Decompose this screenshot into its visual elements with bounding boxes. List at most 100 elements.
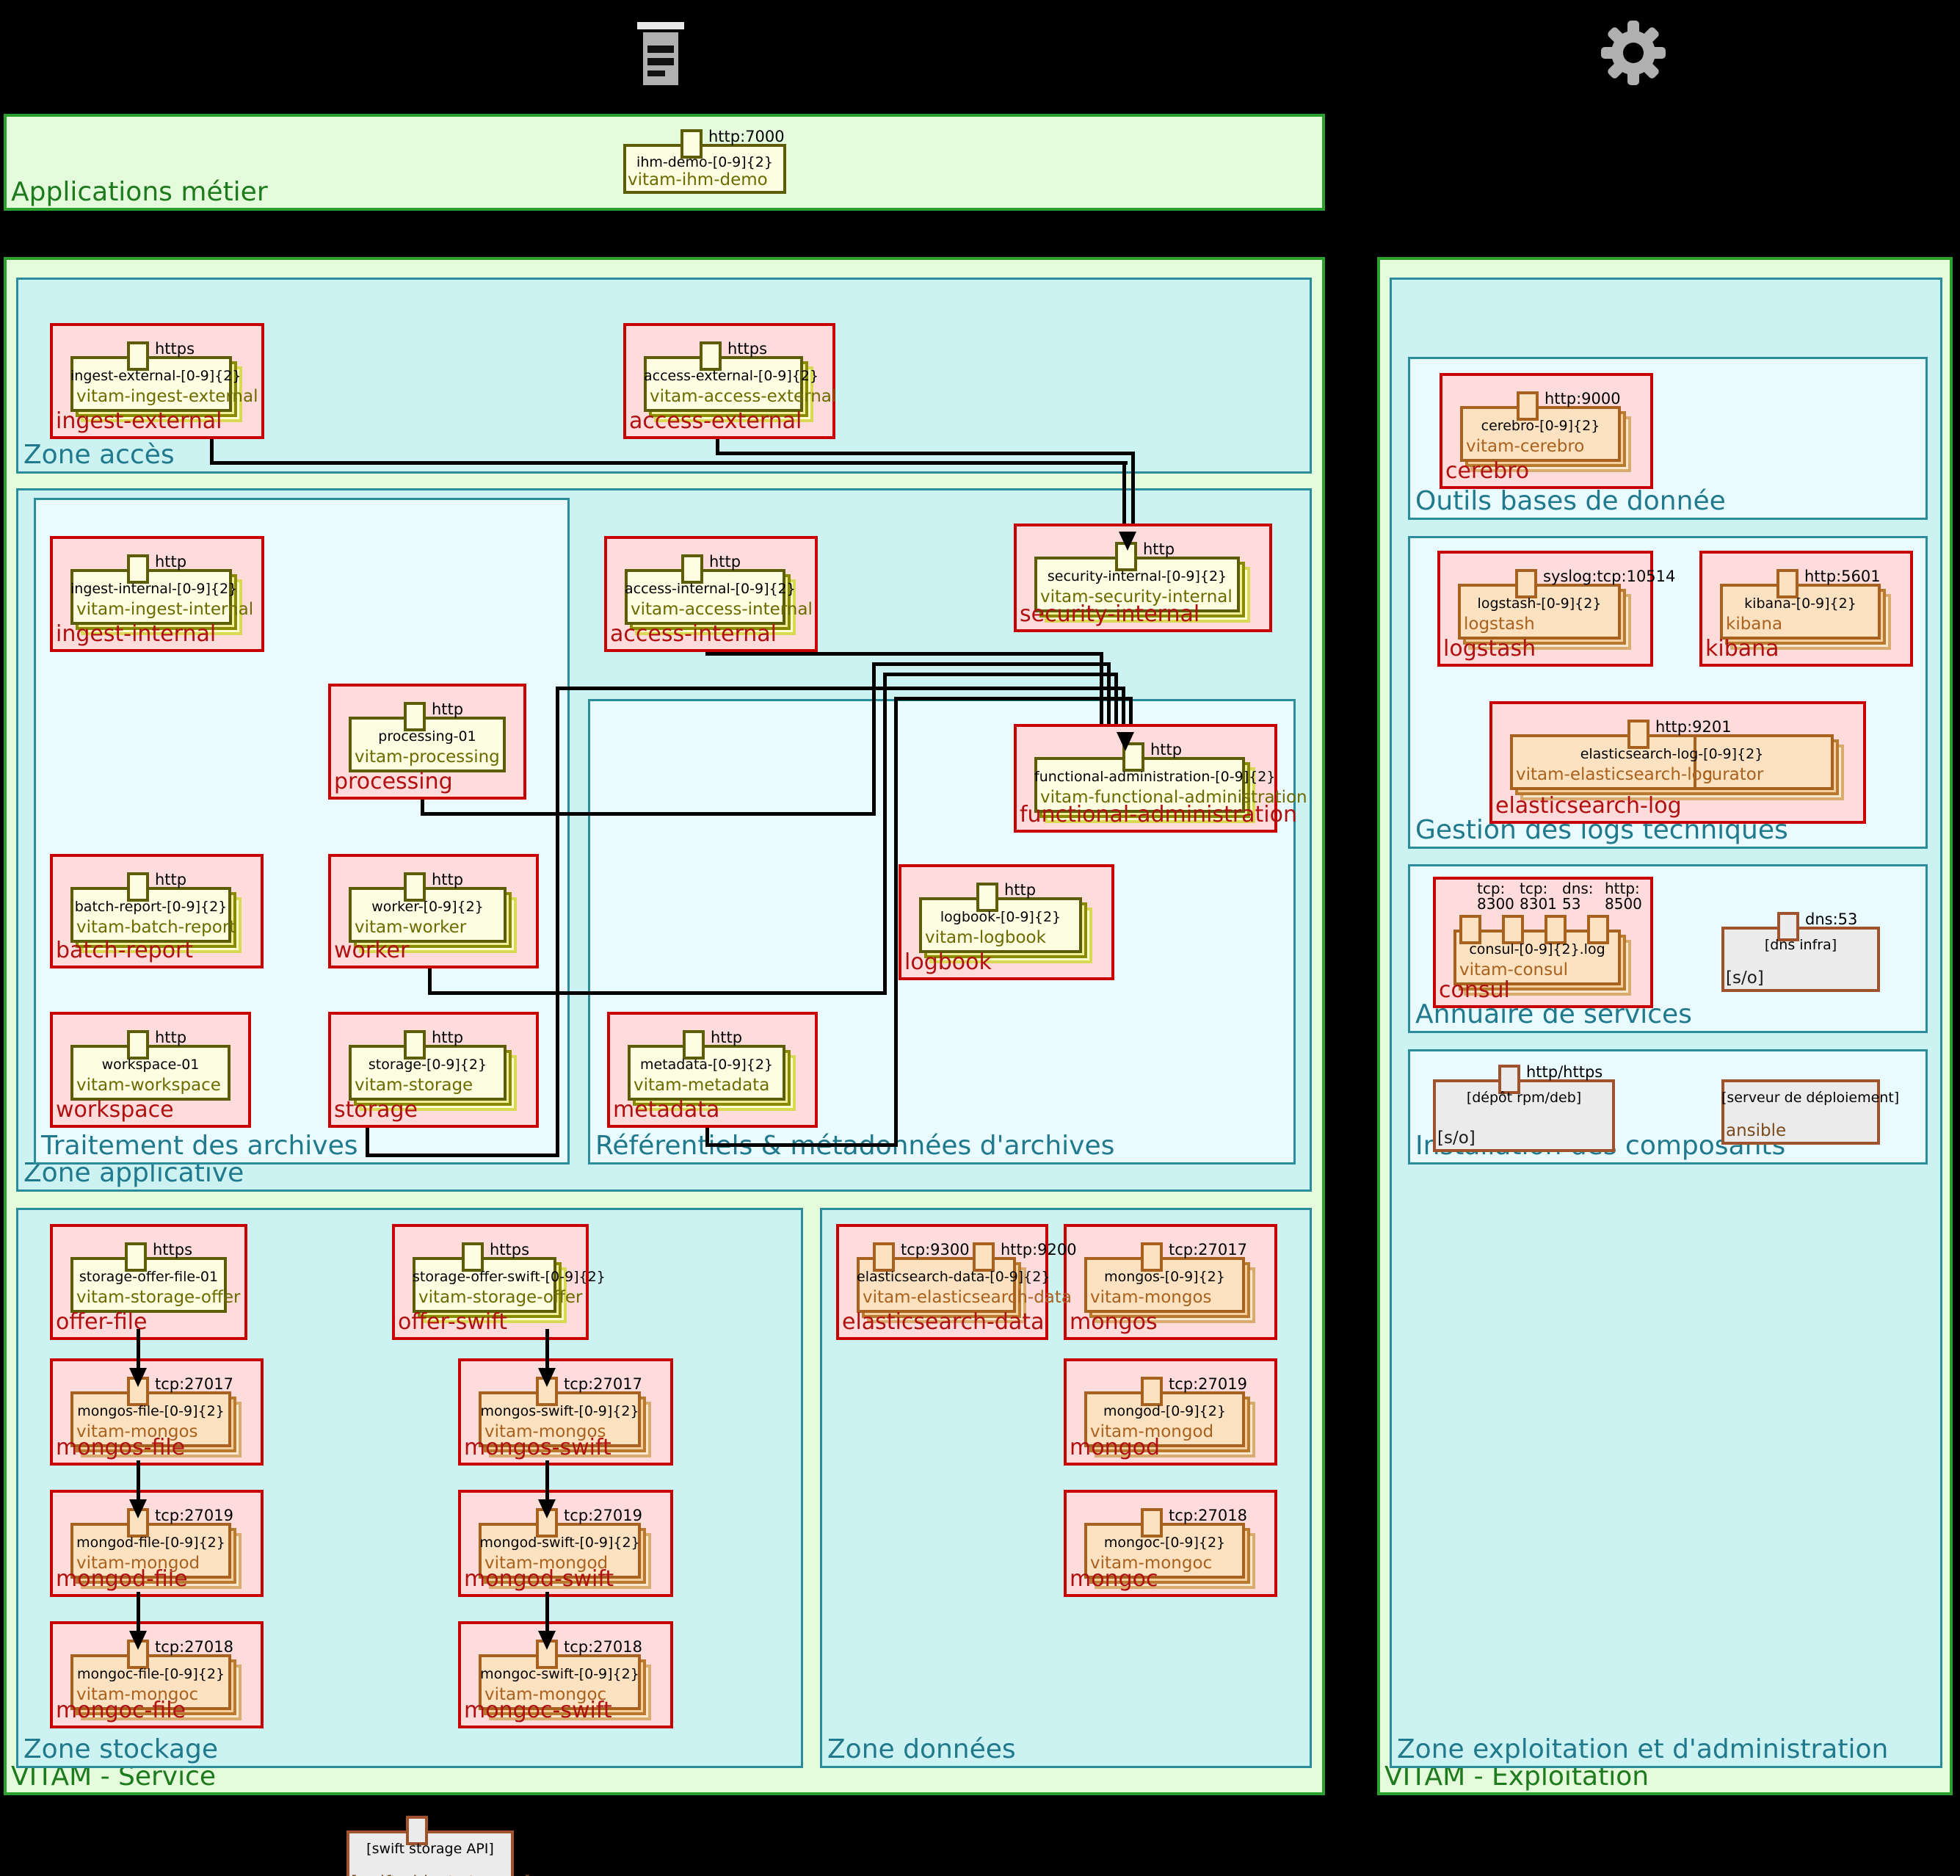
- document-icon: [647, 70, 665, 76]
- zone-label-zone-exploitation-admin: Zone exploitation et d'administration: [1397, 1734, 1888, 1764]
- port-label-mongoc-file: tcp:27018: [155, 1638, 233, 1656]
- group-label-elasticsearch-data: elasticsearch-data: [842, 1309, 1044, 1335]
- port-mongoc: [1141, 1508, 1163, 1538]
- group-label-metadata: metadata: [613, 1097, 719, 1123]
- port-label-elasticsearch-log: http:9201: [1655, 718, 1732, 736]
- machine-package-batch-report: vitam-batch-report: [76, 918, 236, 937]
- port-label-ihm-demo: http:7000: [708, 128, 785, 145]
- connector-segment: [1114, 673, 1118, 732]
- machine-name-elasticsearch-data: elasticsearch-data-[0-9]{2}: [857, 1269, 1016, 1285]
- port-label-logstash: syslog:tcp:10514: [1543, 568, 1675, 585]
- port-label-functional-administration: http: [1150, 741, 1182, 758]
- port-label-storage: http: [432, 1029, 463, 1046]
- port-elasticsearch-data: [973, 1242, 995, 1272]
- port-label-line: dns:: [1562, 881, 1594, 897]
- connector-segment: [872, 662, 1111, 666]
- connector-segment: [366, 1154, 559, 1157]
- machine-package-mongoc: vitam-mongoc: [1090, 1554, 1212, 1573]
- machine-name-elasticsearch-log: elasticsearch-log-[0-9]{2}: [1510, 746, 1834, 762]
- connector-segment: [137, 1592, 140, 1632]
- port-label-kibana: http:5601: [1804, 568, 1881, 585]
- machine-package-kibana: kibana: [1726, 615, 1782, 634]
- port-label-line: tcp:: [1477, 881, 1514, 897]
- group-label-processing: processing: [334, 769, 453, 794]
- arrowhead-down: [538, 1499, 556, 1518]
- machine-name-logbook: logbook-[0-9]{2}: [919, 909, 1082, 925]
- group-label-ingest-external: ingest-external: [56, 408, 222, 434]
- connector-segment: [716, 452, 1135, 455]
- port-label-consul: tcp:8301: [1520, 881, 1557, 912]
- machine-name-mongos: mongos-[0-9]{2}: [1084, 1269, 1245, 1285]
- machine-name-logstash: logstash-[0-9]{2}: [1458, 595, 1621, 612]
- port-ingest-internal: [127, 554, 149, 584]
- port-label-metadata: http: [711, 1029, 742, 1046]
- group-label-consul: consul: [1439, 977, 1510, 1003]
- machine-package-security-internal: vitam-security-internal: [1040, 587, 1233, 606]
- machine-package-workspace: vitam-workspace: [76, 1076, 221, 1095]
- port-label-batch-report: http: [155, 871, 186, 888]
- machine-package-offer-file: vitam-storage-offer: [76, 1288, 240, 1307]
- machine-package-storage: vitam-storage: [355, 1076, 473, 1095]
- port-label-depot-rpm-deb: http/https: [1526, 1063, 1603, 1081]
- zone-label-applications-metier: Applications métier: [11, 177, 268, 207]
- arrowhead-down: [1117, 732, 1134, 751]
- port-consul: [1502, 915, 1524, 944]
- deployment-diagram: Applications métierVITAM - ServiceVITAM …: [0, 0, 1960, 1876]
- machine-package-mongos-file: vitam-mongos: [76, 1422, 198, 1441]
- machine-name-ingest-external: ingest-external-[0-9]{2}: [70, 368, 232, 384]
- port-consul: [1587, 915, 1609, 944]
- group-label-ingest-internal: ingest-internal: [56, 621, 216, 647]
- machine-name-mongoc-swift: mongoc-swift-[0-9]{2}: [479, 1666, 641, 1682]
- connector-segment: [705, 1143, 898, 1147]
- group-label-access-external: access-external: [629, 408, 802, 434]
- machine-package-functional-administration: vitam-functional-administration: [1040, 788, 1307, 807]
- connector-segment: [545, 1460, 549, 1501]
- machine-package-elasticsearch-log: vitam-elasticsearch-log: [1516, 765, 1713, 784]
- connector-segment: [705, 652, 1103, 656]
- connector-segment: [894, 697, 1133, 700]
- document-icon: [647, 46, 674, 53]
- connector-segment: [894, 697, 898, 1147]
- machine-name-cerebro: cerebro-[0-9]{2}: [1460, 418, 1621, 434]
- connector-segment: [883, 673, 1118, 676]
- arrowhead-down: [129, 1368, 147, 1387]
- port-label-mongod-swift: tcp:27019: [564, 1507, 642, 1524]
- machine-package-cerebro: vitam-cerebro: [1466, 437, 1584, 456]
- connector-segment: [545, 1592, 549, 1632]
- port-logstash: [1515, 569, 1537, 598]
- machine-package-mongos-swift: vitam-mongos: [484, 1422, 606, 1441]
- port-mongos: [1141, 1242, 1163, 1272]
- zone-label-zone-acces: Zone accès: [23, 440, 175, 470]
- connector-segment: [137, 1460, 140, 1501]
- document-icon: [637, 22, 684, 29]
- port-label-offer-swift: https: [490, 1241, 529, 1258]
- port-label-line: http:: [1605, 881, 1642, 897]
- machine-name-ingest-internal: ingest-internal-[0-9]{2}: [70, 581, 232, 597]
- port-offer-swift: [462, 1242, 484, 1272]
- port-kibana: [1776, 569, 1799, 598]
- machine-package-dns-infra: [s/o]: [1726, 968, 1764, 988]
- machine-name-swift-object-storage: [swift storage API]: [346, 1841, 514, 1857]
- port-label-line: 8500: [1605, 897, 1642, 912]
- port-label-mongos-file: tcp:27017: [155, 1375, 233, 1393]
- zone-label-traitement-des-archives: Traitement des archives: [41, 1131, 358, 1161]
- connector-segment: [137, 1329, 140, 1369]
- group-label-offer-file: offer-file: [56, 1309, 147, 1335]
- machine-package-mongod: vitam-mongod: [1090, 1422, 1213, 1441]
- machine-package-metadata: vitam-metadata: [634, 1076, 769, 1095]
- machine-package-ingest-internal: vitam-ingest-internal: [76, 600, 253, 619]
- connector-segment: [545, 1329, 549, 1369]
- document-icon: [647, 58, 674, 65]
- port-consul: [1459, 915, 1481, 944]
- machine-package-depot-rpm-deb: [s/o]: [1437, 1129, 1476, 1148]
- machine-name-mongos-swift: mongos-swift-[0-9]{2}: [479, 1403, 641, 1419]
- machine-name-serveur-deploiement: [serveur de déploiement]: [1721, 1090, 1880, 1106]
- machine-name-mongod-swift: mongod-swift-[0-9]{2}: [479, 1535, 641, 1551]
- port-label-worker: http: [432, 871, 463, 888]
- port-label-mongod: tcp:27019: [1169, 1375, 1247, 1393]
- port-metadata: [683, 1030, 705, 1060]
- machine-name-dns-infra: [dns infra]: [1721, 937, 1880, 953]
- connector-segment: [366, 1128, 369, 1157]
- machine-name-worker: worker-[0-9]{2}: [349, 899, 507, 915]
- port-label-ingest-external: https: [155, 340, 195, 358]
